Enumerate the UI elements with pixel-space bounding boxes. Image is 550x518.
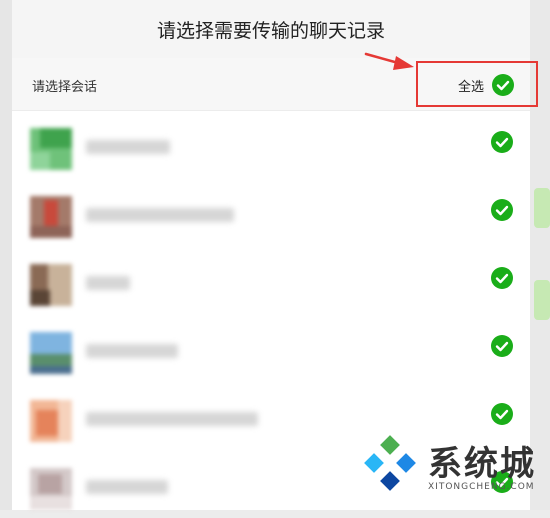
avatar	[30, 332, 72, 374]
watermark-text: 系统城	[428, 444, 536, 484]
select-all-button[interactable]: 全选	[416, 61, 538, 107]
select-conversation-header: 请选择会话 全选	[12, 58, 538, 111]
avatar	[30, 264, 72, 306]
conversation-row[interactable]	[12, 178, 530, 246]
background-chat-bubble	[534, 280, 550, 320]
conversation-row[interactable]	[12, 246, 530, 314]
conversation-row[interactable]	[12, 314, 530, 382]
select-conversation-label: 请选择会话	[32, 80, 98, 95]
watermark-domain: XITONGCHENG.COM	[428, 482, 535, 492]
avatar	[30, 400, 72, 442]
conversation-name-blurred	[86, 276, 130, 290]
background-chat-bubble	[534, 188, 550, 228]
avatar	[30, 128, 72, 170]
check-icon[interactable]	[491, 403, 513, 425]
check-icon[interactable]	[491, 131, 513, 153]
conversation-name-blurred	[86, 344, 178, 358]
dialog-title: 请选择需要传输的聊天记录	[12, 0, 530, 58]
check-icon[interactable]	[491, 267, 513, 289]
red-arrow-icon	[364, 52, 414, 70]
watermark-logo-icon	[364, 435, 416, 491]
conversation-name-blurred	[86, 140, 170, 154]
check-icon[interactable]	[491, 335, 513, 357]
conversation-name-blurred	[86, 208, 234, 222]
check-icon[interactable]	[491, 199, 513, 221]
conversation-name-blurred	[86, 480, 168, 494]
watermark: 系统城 XITONGCHENG.COM	[358, 432, 548, 502]
avatar	[30, 196, 72, 238]
avatar	[30, 468, 72, 510]
conversation-name-blurred	[86, 412, 258, 426]
background-left	[0, 0, 12, 510]
select-all-label: 全选	[458, 80, 485, 95]
conversation-row[interactable]	[12, 110, 530, 178]
select-all-check-icon[interactable]	[492, 74, 514, 96]
